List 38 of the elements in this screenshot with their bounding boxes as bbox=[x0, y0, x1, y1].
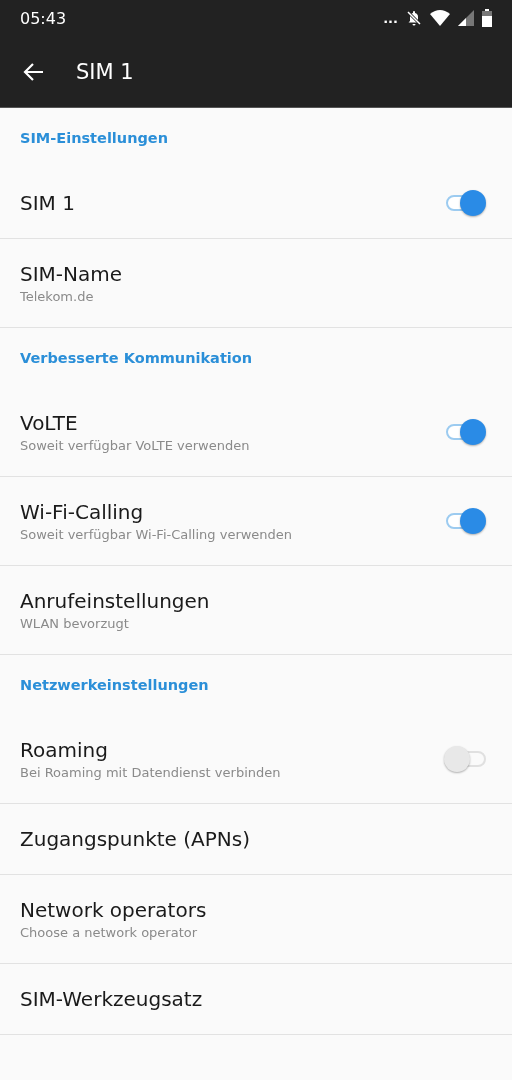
settings-row[interactable]: VoLTE Soweit verfügbar VoLTE verwenden bbox=[0, 388, 512, 477]
section-header: Netzwerkeinstellungen bbox=[19, 676, 210, 695]
battery-icon bbox=[482, 9, 492, 27]
screen-title: SIM 1 bbox=[76, 59, 134, 84]
toggle-switch[interactable] bbox=[444, 419, 488, 445]
setting-title: SIM-Name bbox=[20, 262, 124, 286]
setting-title: VoLTE bbox=[20, 411, 79, 435]
bell-off-icon bbox=[406, 10, 422, 26]
overflow-dots: ... bbox=[383, 10, 398, 26]
setting-summary: Bei Roaming mit Datendienst verbinden bbox=[20, 765, 282, 780]
setting-summary: Soweit verfügbar Wi-Fi-Calling verwenden bbox=[20, 527, 294, 542]
section-header: Verbesserte Kommunikation bbox=[19, 349, 254, 368]
toggle-switch[interactable] bbox=[444, 746, 488, 772]
setting-title: Roaming bbox=[20, 738, 109, 762]
setting-summary: Soweit verfügbar VoLTE verwenden bbox=[20, 438, 251, 453]
settings-row[interactable]: Roaming Bei Roaming mit Datendienst verbinden bbox=[0, 715, 512, 804]
toggle-switch[interactable] bbox=[444, 190, 488, 216]
setting-summary: WLAN bevorzugt bbox=[20, 616, 130, 631]
settings-row[interactable]: SIM-Name Telekom.de bbox=[0, 239, 512, 328]
settings-row[interactable]: Wi-Fi-Calling Soweit verfügbar Wi-Fi-Calling verwenden bbox=[0, 477, 512, 566]
setting-title: SIM-Werkzeugsatz bbox=[20, 987, 204, 1011]
settings-row[interactable]: Network operators Choose a network operator bbox=[0, 875, 512, 964]
setting-summary: Choose a network operator bbox=[20, 925, 199, 940]
wifi-icon bbox=[430, 10, 450, 26]
settings-row[interactable]: SIM-Werkzeugsatz bbox=[0, 964, 512, 1035]
setting-summary: Telekom.de bbox=[20, 289, 95, 304]
toggle-switch[interactable] bbox=[444, 508, 488, 534]
setting-title: SIM 1 bbox=[20, 191, 76, 215]
settings-row[interactable]: Zugangspunkte (APNs) bbox=[0, 804, 512, 875]
section-header: SIM-Einstellungen bbox=[19, 129, 169, 148]
settings-row[interactable]: Anrufeinstellungen WLAN bevorzugt bbox=[0, 566, 512, 655]
status-time: 05:43 bbox=[20, 8, 67, 28]
settings-row[interactable]: SIM 1 bbox=[0, 168, 512, 239]
setting-title: Network operators bbox=[20, 898, 208, 922]
setting-title: Anrufeinstellungen bbox=[20, 589, 211, 613]
signal-icon bbox=[458, 10, 474, 26]
setting-title: Zugangspunkte (APNs) bbox=[20, 827, 251, 851]
setting-title: Wi-Fi-Calling bbox=[20, 500, 145, 524]
